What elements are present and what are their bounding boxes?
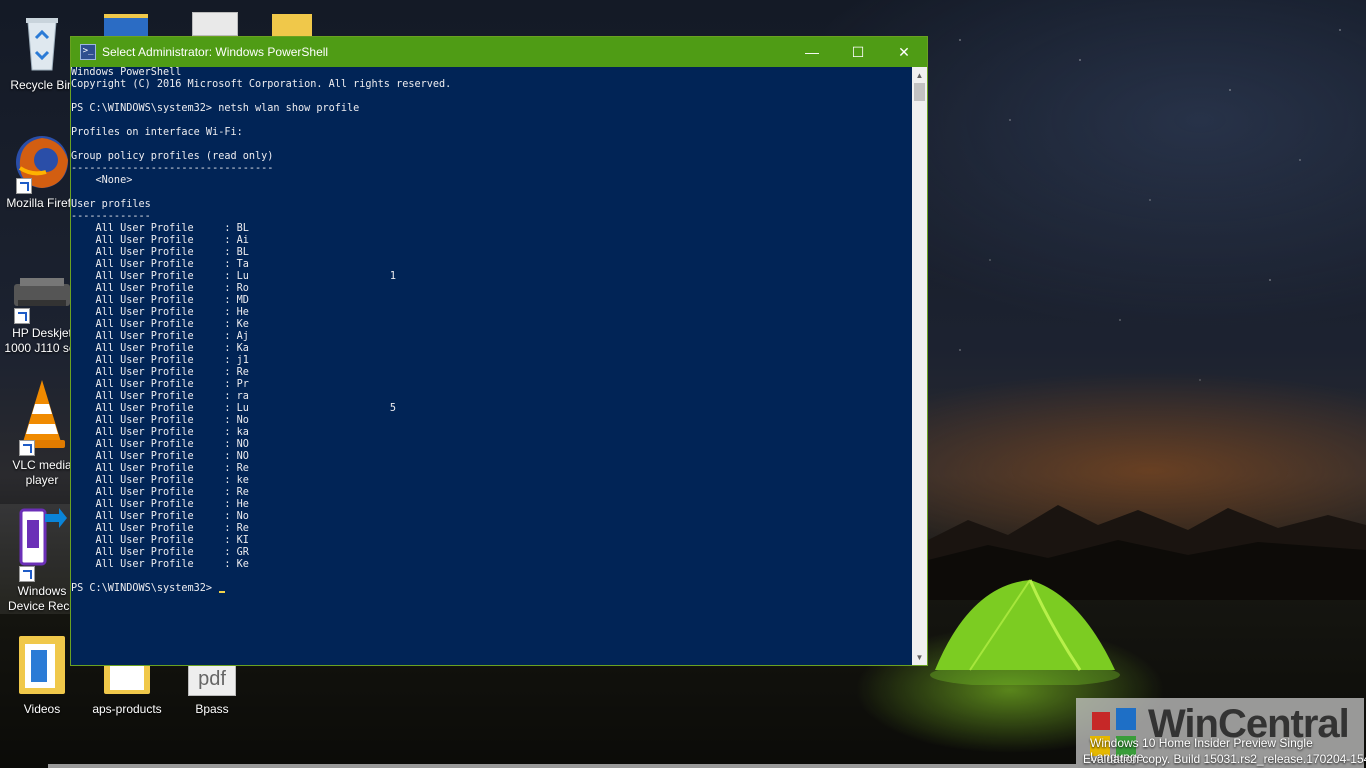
prompt: PS C:\WINDOWS\system32> bbox=[71, 103, 213, 114]
shortcut-arrow-icon bbox=[19, 566, 35, 582]
title-bar[interactable]: >_ Select Administrator: Windows PowerSh… bbox=[71, 37, 927, 67]
shortcut-arrow-icon bbox=[19, 440, 35, 456]
printer-icon bbox=[10, 270, 74, 324]
command-text: netsh wlan show profile bbox=[218, 103, 360, 114]
recycle-bin-icon bbox=[22, 8, 62, 74]
videos-folder-icon bbox=[17, 632, 67, 698]
final-prompt: PS C:\WINDOWS\system32> bbox=[71, 583, 213, 594]
desktop-icon-label: aps-products bbox=[92, 702, 162, 716]
scroll-up-arrow-icon[interactable]: ▲ bbox=[912, 67, 927, 83]
desktop-icon-label: Bpass bbox=[195, 702, 229, 716]
console-blank bbox=[71, 571, 912, 583]
maximize-button[interactable]: ☐ bbox=[835, 37, 881, 67]
shortcut-arrow-icon bbox=[16, 178, 32, 194]
minimize-button[interactable]: — bbox=[789, 37, 835, 67]
window-title: Select Administrator: Windows PowerShell bbox=[102, 45, 329, 59]
console-blank bbox=[71, 115, 912, 127]
text-cursor bbox=[219, 591, 226, 593]
vertical-scrollbar[interactable]: ▲ ▼ bbox=[912, 67, 927, 665]
command-line: PS C:\WINDOWS\system32> netsh wlan show … bbox=[71, 103, 912, 115]
device-recovery-icon bbox=[15, 504, 69, 582]
build-info-version: Evaluation copy. Build 15031.rs2_release… bbox=[1083, 752, 1366, 766]
wallpaper-tent bbox=[930, 579, 1120, 685]
console-output[interactable]: Windows PowerShell Copyright (C) 2016 Mi… bbox=[71, 67, 912, 665]
firefox-icon bbox=[12, 132, 72, 194]
desktop-icon-partial-2[interactable] bbox=[192, 12, 238, 36]
pdf-badge: pdf bbox=[188, 662, 236, 696]
shortcut-arrow-icon bbox=[14, 308, 30, 324]
powershell-icon: >_ bbox=[80, 44, 96, 60]
command-output: Profiles on interface Wi-Fi: Group polic… bbox=[71, 127, 397, 570]
console-blank bbox=[71, 91, 912, 103]
close-button[interactable]: ✕ bbox=[881, 37, 927, 67]
vlc-icon bbox=[15, 378, 69, 456]
console-header: Windows PowerShell Copyright (C) 2016 Mi… bbox=[71, 67, 452, 90]
scroll-down-arrow-icon[interactable]: ▼ bbox=[912, 649, 927, 665]
desktop-icon-partial-3[interactable] bbox=[272, 14, 312, 36]
final-prompt-line[interactable]: PS C:\WINDOWS\system32> bbox=[71, 583, 912, 595]
taskbar-edge bbox=[48, 764, 1078, 768]
powershell-window[interactable]: >_ Select Administrator: Windows PowerSh… bbox=[70, 36, 928, 666]
scroll-thumb[interactable] bbox=[914, 83, 925, 101]
desktop-icon-label: Videos bbox=[23, 702, 61, 716]
